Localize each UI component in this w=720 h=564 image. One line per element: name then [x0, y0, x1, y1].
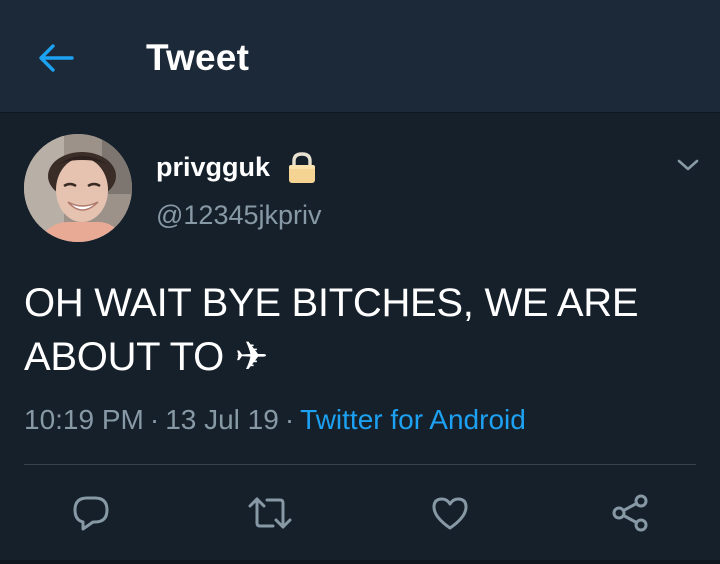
- tweet-time: 10:19 PM: [24, 404, 144, 435]
- heart-icon: [432, 497, 468, 530]
- arrow-left-icon: [39, 44, 74, 72]
- share-button[interactable]: [603, 486, 657, 540]
- tweet-text: OH WAIT BYE BITCHES, WE ARE ABOUT TO ✈: [24, 276, 696, 384]
- retweet-button[interactable]: [243, 486, 297, 540]
- display-name[interactable]: privgguk: [156, 150, 270, 184]
- top-app-bar: Tweet: [0, 0, 720, 113]
- reply-icon: [73, 496, 109, 531]
- like-button[interactable]: [423, 486, 477, 540]
- avatar[interactable]: [24, 134, 132, 242]
- user-handle[interactable]: @12345jkpriv: [156, 198, 322, 232]
- tweet-metadata: 10:19 PM · 13 Jul 19 · Twitter for Android: [24, 402, 526, 438]
- meta-separator: ·: [149, 404, 160, 435]
- lock-icon: [284, 151, 320, 185]
- tweet-text-line-2: ABOUT TO: [24, 335, 224, 379]
- avatar-photo: [24, 134, 132, 242]
- tweet-text-line-1: OH WAIT BYE BITCHES, WE ARE: [24, 281, 639, 325]
- bottom-divider: [0, 560, 720, 564]
- retweet-icon: [248, 497, 292, 529]
- back-button[interactable]: [30, 36, 82, 80]
- divider: [24, 464, 696, 465]
- reply-button[interactable]: [64, 486, 118, 540]
- tweet-date: 13 Jul 19: [165, 404, 279, 435]
- tweet-actions-bar: [0, 486, 720, 540]
- share-icon: [612, 494, 648, 532]
- airplane-emoji: ✈: [234, 334, 269, 380]
- tweet-options-button[interactable]: [668, 150, 708, 180]
- chevron-down-icon: [677, 159, 699, 171]
- meta-separator: ·: [284, 404, 295, 435]
- tweet-source-link[interactable]: Twitter for Android: [300, 404, 526, 435]
- page-title: Tweet: [146, 37, 250, 78]
